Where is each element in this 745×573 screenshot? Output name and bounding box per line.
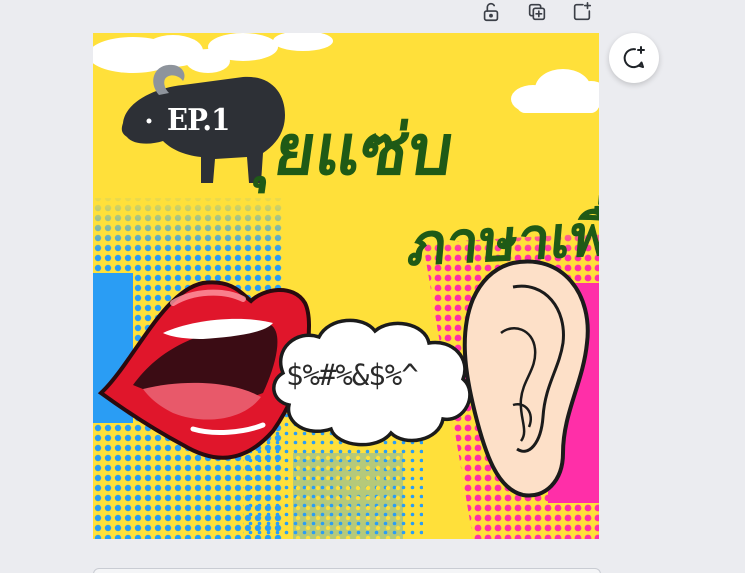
design-page[interactable]: ุยแซ่บ ภาษาเพื่อน EP.1 $%#%&$%^ [93,33,599,539]
add-comment-icon [623,46,645,69]
lock-open-icon [483,2,499,22]
title-line-2: ภาษาเพื่อน [405,196,599,280]
speech-bubble-text: $%#%&$%^ [286,358,419,392]
add-page-button[interactable] [567,0,597,24]
episode-label: EP.1 [167,103,230,138]
next-page-preview[interactable] [93,568,601,573]
duplicate-page-button[interactable] [522,0,552,24]
add-page-icon [573,2,592,21]
duplicate-page-icon [528,3,546,21]
title-line-1: ุยแซ่บ [269,109,459,191]
add-comment-button[interactable] [609,33,659,83]
page-toolbar [474,0,604,24]
lock-page-button[interactable] [476,0,506,24]
editor-canvas-area: ุยแซ่บ ภาษาเพื่อน EP.1 $%#%&$%^ [0,0,745,573]
